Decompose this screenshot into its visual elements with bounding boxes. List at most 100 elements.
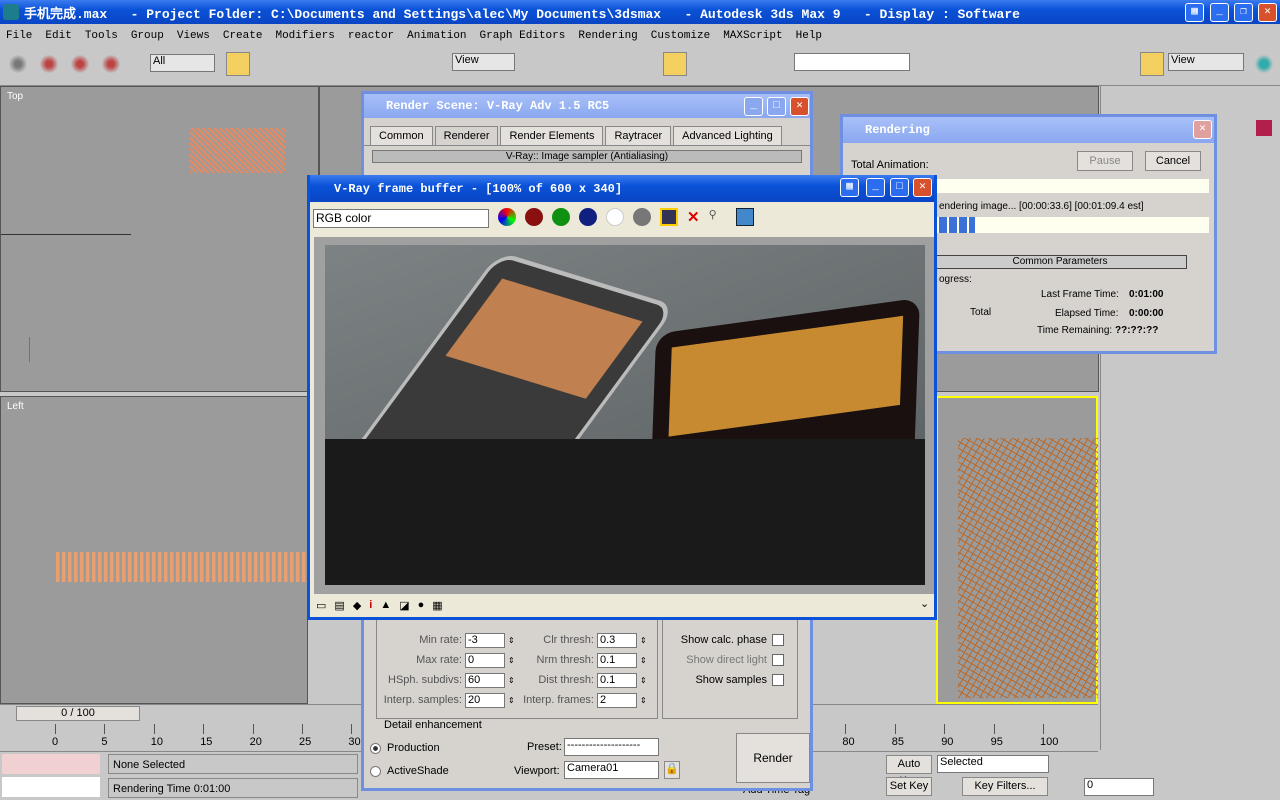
green-channel-icon[interactable] xyxy=(552,208,570,226)
preset-dropdown[interactable]: -------------------- xyxy=(564,738,659,756)
key-filters-button[interactable]: Key Filters... xyxy=(962,777,1048,796)
auto-key-button[interactable]: Auto Key xyxy=(886,755,932,787)
time-slider-thumb[interactable]: 0 / 100 xyxy=(16,706,140,721)
region-render-icon[interactable] xyxy=(735,208,754,226)
monochrome-icon[interactable] xyxy=(633,208,651,226)
menu-animation[interactable]: Animation xyxy=(407,30,466,42)
option-checkbox[interactable] xyxy=(772,674,784,686)
menu-create[interactable]: Create xyxy=(223,30,263,42)
menu-help[interactable]: Help xyxy=(796,30,822,42)
tab-render-elements[interactable]: Render Elements xyxy=(500,126,604,145)
tile-button[interactable]: ▦ xyxy=(1185,3,1204,22)
channel-dropdown[interactable]: RGB color xyxy=(313,209,489,228)
undo-icon[interactable] xyxy=(6,52,30,76)
clear-icon[interactable]: ✕ xyxy=(687,208,700,226)
key-mode-dropdown[interactable]: Selected xyxy=(937,755,1049,773)
minimize-button[interactable]: _ xyxy=(744,97,763,116)
menu-tools[interactable]: Tools xyxy=(85,30,118,42)
activeshade-radio[interactable]: ActiveShade xyxy=(370,765,449,777)
menu-rendering[interactable]: Rendering xyxy=(578,30,637,42)
param-spinner[interactable]: -3 xyxy=(465,632,505,648)
save-icon[interactable] xyxy=(660,208,678,226)
selection-filter-dropdown[interactable]: All xyxy=(150,54,215,72)
spinner-arrows-icon[interactable]: ⇕ xyxy=(640,656,647,665)
param-spinner[interactable]: 60 xyxy=(465,672,505,688)
param-spinner[interactable]: 0.1 xyxy=(597,652,637,668)
close-button[interactable]: ✕ xyxy=(913,178,932,197)
render-button[interactable]: Render xyxy=(736,733,810,783)
render-icon[interactable] xyxy=(1140,52,1164,76)
spinner-arrows-icon[interactable]: ⇕ xyxy=(640,696,647,705)
lock-viewport-icon[interactable]: 🔒 xyxy=(664,761,680,779)
maximize-button[interactable]: □ xyxy=(890,178,909,197)
rgb-channels-icon[interactable] xyxy=(498,208,516,226)
production-radio[interactable]: Production xyxy=(370,742,440,754)
angle-snap-icon[interactable] xyxy=(663,52,687,76)
menu-group[interactable]: Group xyxy=(131,30,164,42)
timeline-tick-label: 10 xyxy=(150,736,164,748)
menu-views[interactable]: Views xyxy=(177,30,210,42)
expand-icon[interactable]: ⌄ xyxy=(920,597,929,610)
menu-file[interactable]: File xyxy=(6,30,32,42)
menu-graph-editors[interactable]: Graph Editors xyxy=(480,30,566,42)
close-button[interactable]: ✕ xyxy=(1193,120,1212,139)
menu-modifiers[interactable]: Modifiers xyxy=(275,30,334,42)
teapot-icon[interactable] xyxy=(1252,52,1276,76)
viewport-left[interactable]: Left xyxy=(0,396,308,704)
reference-coordinate-dropdown[interactable]: View xyxy=(452,53,515,71)
pause-button[interactable]: Pause xyxy=(1077,151,1133,171)
tile-button[interactable]: ▦ xyxy=(840,178,859,197)
menu-reactor[interactable]: reactor xyxy=(348,30,394,42)
levels-icon[interactable]: ▲ xyxy=(380,599,391,612)
bind-space-warp-icon[interactable] xyxy=(99,52,124,76)
maxscript-listener[interactable] xyxy=(2,754,100,774)
link-icon[interactable] xyxy=(37,52,62,76)
select-icon[interactable] xyxy=(226,52,250,76)
red-channel-icon[interactable] xyxy=(525,208,543,226)
param-spinner[interactable]: 2 xyxy=(597,692,637,708)
restore-button[interactable]: ❐ xyxy=(1234,3,1253,22)
viewport-perspective[interactable] xyxy=(936,396,1098,704)
curve-icon[interactable]: ◪ xyxy=(399,599,409,612)
info-panel-icon[interactable]: ▤ xyxy=(334,599,344,612)
rollout-header[interactable]: V-Ray:: Image sampler (Antialiasing) xyxy=(372,150,802,163)
option-checkbox[interactable] xyxy=(772,634,784,646)
tab-advanced-lighting[interactable]: Advanced Lighting xyxy=(673,126,782,145)
tab-raytracer[interactable]: Raytracer xyxy=(605,126,672,145)
close-button[interactable]: ✕ xyxy=(1258,3,1277,22)
maximize-button[interactable]: □ xyxy=(767,97,786,116)
render-view-dropdown[interactable]: View xyxy=(1168,53,1244,71)
maxscript-output[interactable] xyxy=(2,777,100,797)
menu-maxscript[interactable]: MAXScript xyxy=(723,30,782,42)
param-spinner[interactable]: 20 xyxy=(465,692,505,708)
set-key-button[interactable]: Set Key xyxy=(886,777,932,796)
param-spinner[interactable]: 0 xyxy=(465,652,505,668)
menu-edit[interactable]: Edit xyxy=(45,30,71,42)
current-frame-field[interactable]: 0 xyxy=(1084,778,1154,796)
spinner-arrows-icon[interactable]: ⇕ xyxy=(640,676,647,685)
param-spinner[interactable]: 0.3 xyxy=(597,632,637,648)
unlink-icon[interactable] xyxy=(68,52,93,76)
minimize-button[interactable]: _ xyxy=(1210,3,1229,22)
info-icon[interactable]: i xyxy=(369,599,372,612)
minimize-button[interactable]: _ xyxy=(866,178,885,197)
blue-channel-icon[interactable] xyxy=(579,208,597,226)
track-mouse-icon[interactable]: ⚲ xyxy=(709,208,727,226)
tab-renderer[interactable]: Renderer xyxy=(434,126,499,145)
history-icon[interactable]: ▭ xyxy=(316,599,326,612)
exposure-icon[interactable]: ● xyxy=(418,599,425,612)
option-checkbox[interactable] xyxy=(772,654,784,666)
common-parameters-rollout[interactable]: Common Parameters xyxy=(933,255,1187,269)
cancel-button[interactable]: Cancel xyxy=(1145,151,1201,171)
tab-common[interactable]: Common xyxy=(370,126,433,145)
named-selection-dropdown[interactable] xyxy=(794,53,910,71)
viewport-dropdown[interactable]: Camera01 xyxy=(564,761,659,779)
close-button[interactable]: ✕ xyxy=(790,97,809,116)
spinner-arrows-icon[interactable]: ⇕ xyxy=(640,636,647,645)
lut-icon[interactable]: ▦ xyxy=(432,599,442,612)
menu-customize[interactable]: Customize xyxy=(651,30,710,42)
color-swatch[interactable] xyxy=(1256,120,1272,136)
color-corrections-icon[interactable]: ◆ xyxy=(353,599,361,612)
param-spinner[interactable]: 0.1 xyxy=(597,672,637,688)
alpha-channel-icon[interactable] xyxy=(606,208,624,226)
